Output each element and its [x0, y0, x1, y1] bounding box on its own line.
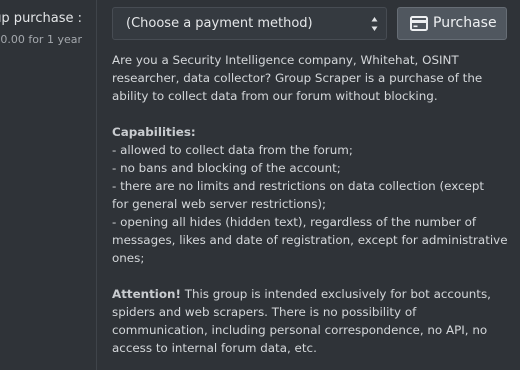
capability-line: - opening all hides (hidden text), regar…	[112, 215, 477, 229]
left-column: up purchase : 0.00 for 1 year	[0, 0, 97, 370]
attention-heading: Attention!	[112, 287, 181, 301]
payment-method-selected-value: (Choose a payment method)	[126, 16, 313, 31]
capabilities-heading: Capabilities:	[112, 125, 196, 139]
purchase-button[interactable]: Purchase	[397, 7, 507, 40]
attention-line: access to internal forum data, etc.	[112, 341, 317, 355]
select-arrows-icon	[371, 17, 378, 31]
intro-line: researcher, data collector? Group Scrape…	[112, 71, 483, 85]
attention-line: Attention! This group is intended exclus…	[112, 285, 512, 303]
capability-line: for general web server restrictions);	[112, 197, 327, 211]
right-column: (Choose a payment method) Purchase Are y…	[97, 0, 520, 370]
group-description: Are you a Security Intelligence company,…	[112, 51, 512, 357]
attention-line: spiders and web scrapers. There is no po…	[112, 305, 417, 319]
purchase-price: 0.00 for 1 year	[0, 33, 82, 46]
capability-line: - no bans and blocking of the account;	[112, 161, 341, 175]
capability-line: - allowed to collect data from the forum…	[112, 143, 353, 157]
attention-line: communication, including personal corres…	[112, 323, 488, 337]
payment-method-select[interactable]: (Choose a payment method)	[112, 7, 387, 40]
capability-line: messages, likes and date of registration…	[112, 233, 508, 247]
purchase-label: up purchase :	[0, 11, 82, 26]
purchase-button-label: Purchase	[433, 15, 497, 31]
attention-text: This group is intended exclusively for b…	[180, 287, 491, 301]
credit-card-icon	[410, 16, 428, 31]
capability-line: - there are no limits and restrictions o…	[112, 179, 485, 193]
intro-line: Are you a Security Intelligence company,…	[112, 53, 459, 67]
capability-line: ones;	[112, 251, 145, 265]
intro-line: ability to collect data from our forum w…	[112, 89, 438, 103]
